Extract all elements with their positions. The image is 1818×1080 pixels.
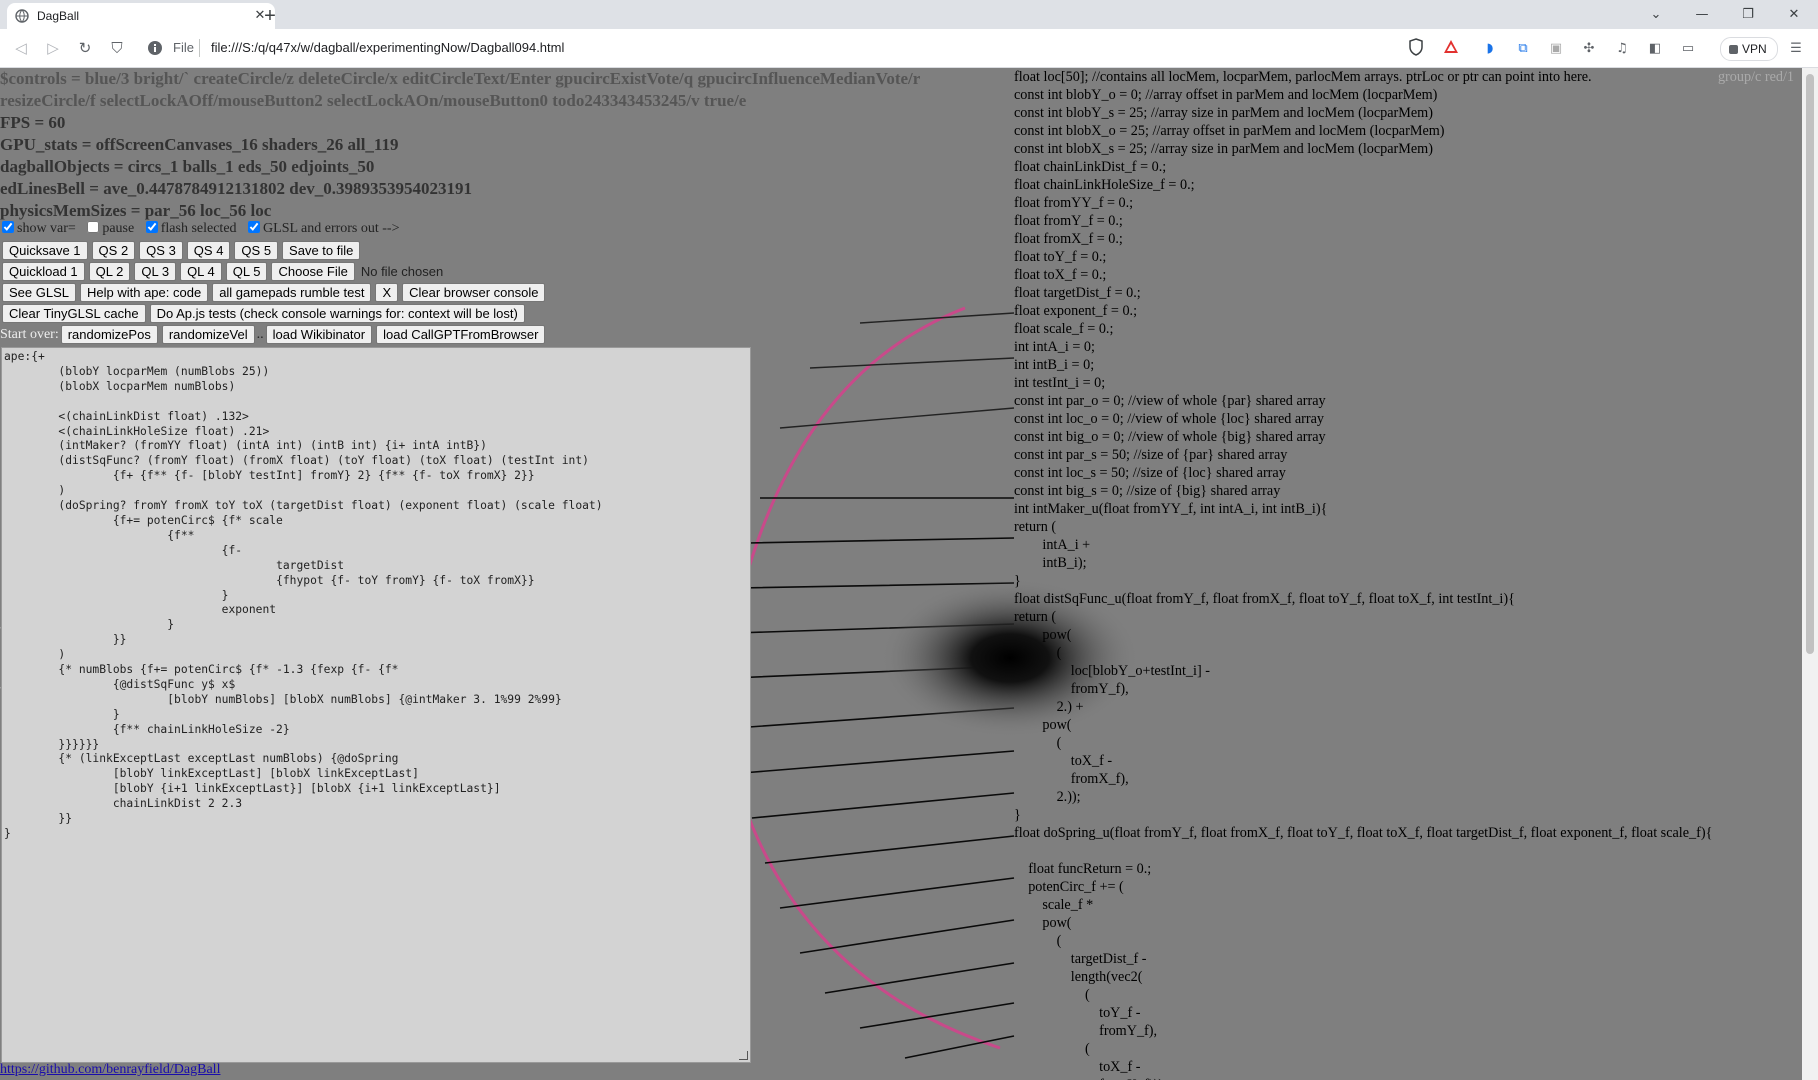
qs-2-button[interactable]: QS 2: [91, 241, 136, 260]
x-button[interactable]: X: [375, 283, 399, 302]
start-over-label: Start over:: [0, 327, 59, 342]
quicksave-row: Quicksave 1 QS 2 QS 3 QS 4 QS 5 Save to file: [0, 241, 362, 260]
choose-file-button[interactable]: Choose File: [271, 262, 355, 281]
address-bar[interactable]: file:///S:/q/q47x/w/dagball/experimentin…: [211, 40, 564, 55]
flash-selected-label: flash selected: [160, 221, 237, 236]
tab-search-icon[interactable]: ⌄: [1633, 0, 1679, 29]
forward-icon[interactable]: ▷: [42, 37, 64, 59]
controls-text: $controls = blue/3 bright/` createCircle…: [0, 69, 921, 110]
menu-icon[interactable]: ☰: [1785, 38, 1807, 60]
vpn-button[interactable]: VPN: [1720, 37, 1778, 61]
help-ape-code-button[interactable]: Help with ape: code: [80, 283, 209, 302]
scrollbar-thumb[interactable]: [1806, 74, 1814, 654]
glsl-output: float loc[50]; //contains all locMem, lo…: [1014, 68, 1802, 1080]
tab-strip: DagBall ✕ + ⌄ — ❐ ✕: [0, 0, 1818, 29]
sidebar-icon[interactable]: ◧: [1644, 38, 1666, 60]
url-divider: [199, 39, 200, 57]
show-var-label: show var=: [17, 221, 76, 236]
wallet-icon[interactable]: ▭: [1677, 38, 1699, 60]
resize-grip-icon[interactable]: [739, 1051, 748, 1060]
glsl-code-text: float loc[50]; //contains all locMem, lo…: [1014, 69, 1713, 1080]
vpn-icon: [1729, 45, 1738, 54]
glsl-errors-label: GLSL and errors out -->: [263, 221, 400, 236]
ql-3-button[interactable]: QL 3: [134, 262, 177, 281]
qs-3-button[interactable]: QS 3: [139, 241, 183, 260]
gpu-stats-text: GPU_stats = offScreenCanvases_16 shaders…: [0, 135, 399, 154]
flash-selected-checkbox[interactable]: [145, 221, 158, 233]
back-icon[interactable]: ◁: [10, 37, 32, 59]
controls-overflow-text: group/c red/1: [1717, 69, 1794, 85]
pause-checkbox[interactable]: [87, 221, 100, 233]
see-glsl-button[interactable]: See GLSL: [2, 283, 76, 302]
clear-browser-console-button[interactable]: Clear browser console: [402, 283, 546, 302]
cache-row: Clear TinyGLSL cache Do Ap.js tests (chec…: [0, 304, 527, 323]
close-window-button[interactable]: ✕: [1771, 0, 1817, 29]
show-var-checkbox[interactable]: [2, 221, 14, 233]
reload-icon[interactable]: ↻: [74, 37, 96, 59]
quicksave-1-button[interactable]: Quicksave 1: [2, 241, 88, 260]
pause-option[interactable]: pause: [85, 221, 134, 236]
restore-button[interactable]: ❐: [1725, 0, 1771, 29]
extensions-icon[interactable]: ✣: [1578, 38, 1600, 60]
load-wikibinator-button[interactable]: load Wikibinator: [265, 325, 373, 344]
pause-label: pause: [102, 221, 135, 236]
globe-icon: [15, 9, 29, 23]
flash-selected-option[interactable]: flash selected: [144, 221, 237, 236]
qs-4-button[interactable]: QS 4: [186, 241, 231, 260]
page-content: $controls = blue/3 bright/` createCircle…: [0, 68, 1818, 1080]
tab-title: DagBall: [37, 9, 80, 23]
qs-5-button[interactable]: QS 5: [234, 241, 279, 260]
randomize-pos-button[interactable]: randomizePos: [60, 325, 158, 344]
rewards-icon[interactable]: [1440, 38, 1462, 60]
ape-code-editor[interactable]: ape:{+ (blobY locparMem (numBlobs 25)) (…: [1, 347, 751, 1063]
gamepads-rumble-button[interactable]: all gamepads rumble test: [212, 283, 372, 302]
ql-4-button[interactable]: QL 4: [180, 262, 222, 281]
screenshot-icon[interactable]: ▣: [1545, 38, 1567, 60]
ape-code-text: ape:{+ (blobY locparMem (numBlobs 25)) (…: [4, 350, 603, 840]
music-icon[interactable]: ♫: [1611, 38, 1633, 60]
glsl-errors-option[interactable]: GLSL and errors out -->: [246, 221, 399, 236]
quickload-1-button[interactable]: Quickload 1: [2, 262, 85, 281]
clear-tinyglsl-cache-button[interactable]: Clear TinyGLSL cache: [2, 304, 146, 323]
browser-tab[interactable]: DagBall ✕: [7, 3, 275, 29]
navigation-bar: ◁ ▷ ↻ ⛉ File file:///S:/q/q47x/w/dagball…: [0, 29, 1818, 68]
tools-row: See GLSL Help with ape: code all gamepads …: [0, 283, 547, 302]
minimize-button[interactable]: —: [1679, 0, 1725, 29]
physics-mem-sizes-text: physicsMemSizes = par_56 loc_56 loc: [0, 201, 272, 220]
show-var-option[interactable]: show var=: [0, 221, 76, 236]
brave-shield-icon[interactable]: [1405, 38, 1427, 60]
translate-icon[interactable]: ⧉: [1512, 38, 1534, 60]
url-scheme-label: File: [173, 40, 194, 55]
randomize-vel-button[interactable]: randomizeVel: [161, 325, 255, 344]
ql-2-button[interactable]: QL 2: [88, 262, 131, 281]
start-over-row: Start over: randomizePos randomizeVel.. loa…: [0, 325, 547, 344]
options-row: show var= pause flash selected GLSL and …: [0, 221, 405, 237]
save-to-file-button[interactable]: Save to file: [282, 241, 361, 260]
dagball-objects-text: dagballObjects = circs_1 balls_1 eds_50 …: [0, 157, 375, 176]
vpn-label: VPN: [1742, 42, 1767, 56]
glsl-errors-checkbox[interactable]: [248, 221, 261, 233]
page-scrollbar[interactable]: [1802, 68, 1818, 1080]
no-file-label: No file chosen: [360, 264, 444, 279]
fps-text: FPS = 60: [0, 113, 66, 132]
github-link[interactable]: https://github.com/benrayfield/DagBall: [0, 1062, 220, 1078]
quickload-row: Quickload 1 QL 2 QL 3 QL 4 QL 5 Choose File No…: [0, 262, 443, 281]
read-aloud-icon[interactable]: ◗: [1479, 38, 1501, 60]
ap-js-tests-button[interactable]: Do Ap.js tests (check console warnings f…: [149, 304, 525, 323]
info-icon[interactable]: [145, 38, 165, 58]
load-callgpt-button[interactable]: load CallGPTFromBrowser: [376, 325, 546, 344]
ed-lines-bell-text: edLinesBell = ave_0.4478784912131802 dev…: [0, 179, 472, 198]
new-tab-button[interactable]: +: [258, 4, 282, 28]
ellipsis-label: ..: [256, 327, 264, 342]
ql-5-button[interactable]: QL 5: [225, 262, 268, 281]
bookmark-icon[interactable]: ⛉: [106, 37, 128, 59]
